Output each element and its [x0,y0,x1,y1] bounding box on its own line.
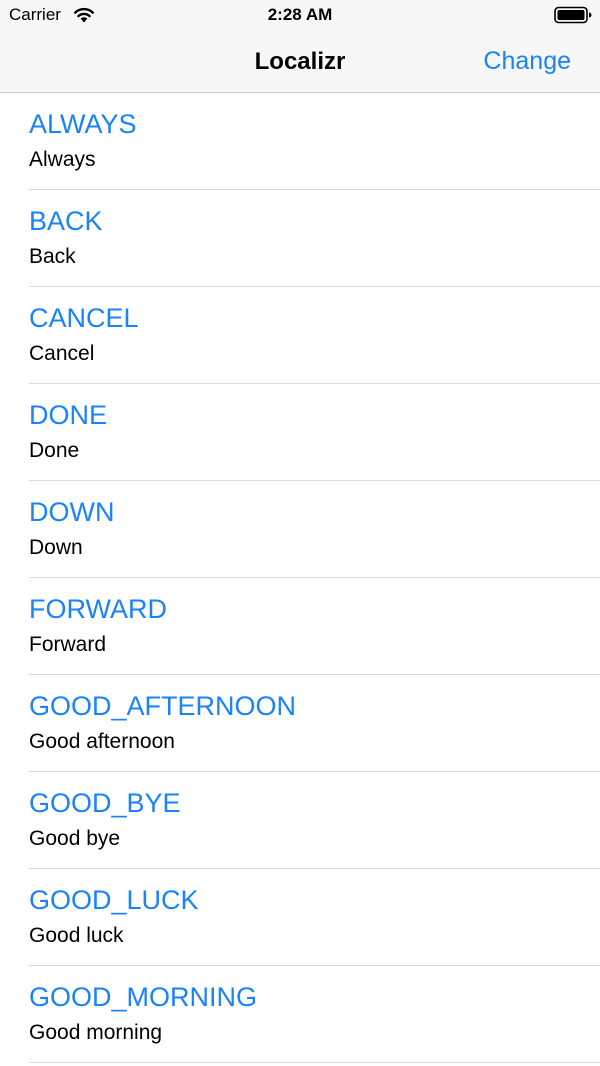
list-item[interactable]: FORWARD Forward [0,578,600,675]
item-value: Always [29,148,96,171]
list-item[interactable]: BACK Back [0,190,600,287]
item-key: DOWN [29,497,115,527]
item-value: Done [29,439,80,462]
item-key: GOOD_BYE [29,788,181,818]
item-value: Cancel [29,342,95,365]
item-value: Good luck [29,924,124,947]
battery-icon [554,6,592,24]
list-item[interactable]: DOWN Down [0,481,600,578]
list-item[interactable]: DONE Done [0,384,600,481]
item-key: BACK [29,206,103,236]
list-item[interactable]: CANCEL Cancel [0,287,600,384]
item-value: Good afternoon [29,730,175,753]
item-key: ALWAYS [29,109,137,139]
item-key: FORWARD [29,594,167,624]
item-key: GOOD_LUCK [29,885,199,915]
item-key: DONE [29,400,108,430]
list-item[interactable]: GOOD_AFTERNOON Good afternoon [0,675,600,772]
item-key: CANCEL [29,303,139,333]
item-key: GOOD_MORNING [29,982,258,1012]
item-value: Down [29,536,83,559]
list-item[interactable]: GOOD_BYE Good bye [0,772,600,869]
list-item[interactable]: GOOD_MORNING Good morning [0,966,600,1063]
status-bar: Carrier 2:28 AM [0,0,600,32]
item-value: Good bye [29,827,121,850]
list-item[interactable]: ALWAYS Always [0,93,600,190]
item-value: Good morning [29,1021,163,1044]
localization-list[interactable]: ALWAYS Always BACK Back CANCEL Cancel DO… [0,93,600,1066]
list-item[interactable]: GOOD_LUCK Good luck [0,869,600,966]
navigation-bar: Localizr Change [0,32,600,93]
item-key: GOOD_AFTERNOON [29,691,297,721]
item-value: Back [29,245,76,268]
item-value: Forward [29,633,107,656]
status-time: 2:28 AM [267,5,333,24]
change-button[interactable]: Change [483,46,571,76]
